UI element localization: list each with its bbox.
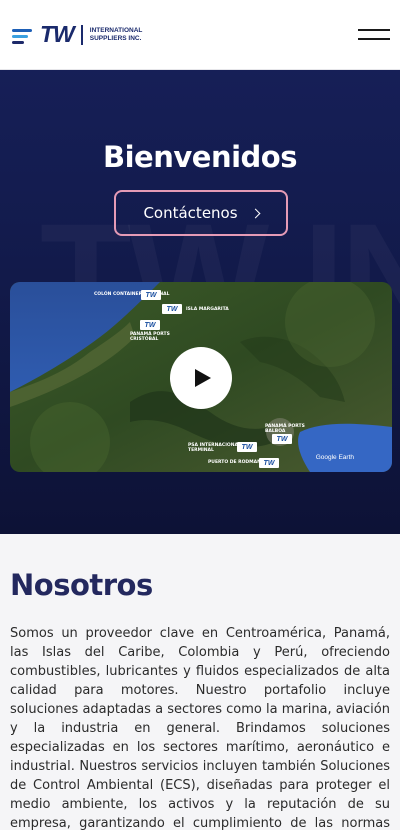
map-badge: TW [237, 442, 257, 452]
chevron-right-icon [250, 208, 260, 219]
map-badge: TW [272, 434, 292, 444]
company-logo[interactable]: TW International Suppliers Inc. [12, 21, 142, 48]
hero-title: Bienvenidos [103, 140, 297, 174]
map-badge: TW [140, 320, 160, 330]
logo-subtitle: International Suppliers Inc. [90, 27, 143, 43]
map-badge: TW [141, 290, 161, 300]
hero-section: TW IN Bienvenidos Contáctenos [0, 70, 400, 534]
map-badge: TW [259, 458, 279, 468]
hamburger-menu-icon[interactable] [358, 28, 390, 42]
logo-subtitle-line2: Suppliers Inc. [89, 34, 142, 42]
play-button[interactable] [170, 347, 232, 409]
logo-waves-icon [12, 25, 36, 45]
about-heading: Nosotros [10, 568, 153, 602]
logo-text: TW [40, 21, 75, 47]
about-section: Nosotros Somos un proveedor clave en Cen… [0, 534, 400, 830]
google-earth-attribution: Google Earth [315, 454, 354, 461]
map-label: Isla Margarita [186, 307, 229, 312]
logo-divider [80, 24, 83, 45]
video-player[interactable]: Colón Container Terminal TW Isla Margari… [10, 282, 392, 472]
contact-button-label: Contáctenos [143, 204, 238, 222]
play-icon [195, 369, 211, 387]
about-description: Somos un proveedor clave en Centroaméric… [10, 626, 390, 830]
contact-button[interactable]: Contáctenos [114, 190, 288, 236]
map-badge: TW [162, 304, 182, 314]
site-header: TW International Suppliers Inc. [0, 0, 400, 70]
map-label: Panamá Ports Cristóbal [130, 332, 170, 342]
logo-subtitle-line1: International [89, 26, 143, 34]
